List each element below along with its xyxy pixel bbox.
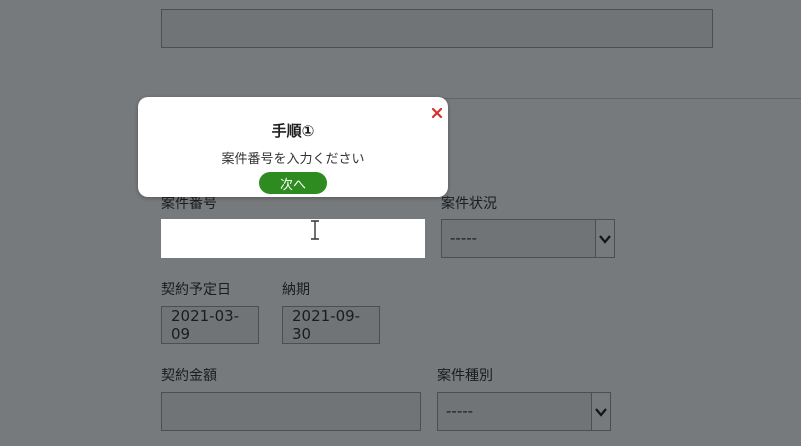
top-field[interactable] [161, 9, 713, 48]
contract-amount-input[interactable] [161, 392, 421, 431]
planned-contract-date-input[interactable]: 2021-03-09 [161, 306, 259, 344]
popup-message: 案件番号を入力ください [221, 152, 365, 167]
project-number-input[interactable] [161, 219, 425, 258]
close-icon[interactable] [428, 104, 446, 122]
project-status-select[interactable]: ----- [441, 219, 615, 258]
text-cursor-icon [311, 220, 319, 240]
project-status-label: 案件状況 [441, 196, 497, 212]
project-status-selected: ----- [450, 229, 478, 247]
project-type-select[interactable]: ----- [437, 392, 611, 431]
delivery-date-value: 2021-09-30 [292, 307, 361, 343]
next-button[interactable]: 次へ [259, 172, 327, 194]
delivery-date-label: 納期 [282, 282, 310, 298]
popup-title: 手順① [271, 122, 315, 140]
planned-contract-date-label: 契約予定日 [161, 282, 231, 298]
planned-contract-date-value: 2021-03-09 [171, 307, 240, 343]
delivery-date-input[interactable]: 2021-09-30 [282, 306, 380, 344]
project-type-selected: ----- [446, 402, 474, 420]
project-type-label: 案件種別 [437, 368, 493, 384]
chevron-down-icon[interactable] [595, 220, 614, 257]
chevron-down-icon[interactable] [591, 393, 610, 430]
contract-amount-label: 契約金額 [161, 368, 217, 384]
